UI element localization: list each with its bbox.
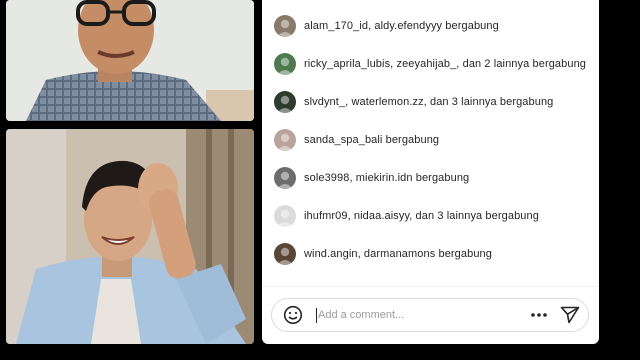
- video-tile-host: [6, 0, 254, 121]
- join-event-text: wind.angin, darmanamons bergabung: [304, 248, 492, 260]
- user-avatar[interactable]: [274, 167, 296, 189]
- video-tile-guest: [6, 129, 254, 344]
- live-comments-panel: alam_170_id, aldy.efendyyy bergabung rick…: [262, 0, 599, 344]
- host-video-image: [6, 0, 254, 121]
- join-event-text: ihufmr09, nidaa.aisyy, dan 3 lainnya ber…: [304, 210, 539, 222]
- join-event-row: ihufmr09, nidaa.aisyy, dan 3 lainnya ber…: [274, 204, 539, 228]
- user-avatar[interactable]: [274, 15, 296, 37]
- join-event-text: sole3998, miekirin.idn bergabung: [304, 172, 470, 184]
- join-event-row: sanda_spa_bali bergabung: [274, 128, 439, 152]
- join-event-text: slvdynt_, waterlemon.zz, dan 3 lainnya b…: [304, 96, 554, 108]
- send-icon[interactable]: [559, 305, 581, 325]
- user-avatar[interactable]: [274, 129, 296, 151]
- comment-bar: [271, 298, 589, 332]
- join-event-text: ricky_aprila_lubis, zeeyahijab_, dan 2 l…: [304, 58, 587, 70]
- join-event-text: sanda_spa_bali bergabung: [304, 134, 440, 146]
- join-event-row: ricky_aprila_lubis, zeeyahijab_, dan 2 l…: [274, 52, 586, 76]
- join-event-text: alam_170_id, aldy.efendyyy bergabung: [304, 20, 499, 32]
- more-options-icon[interactable]: [530, 308, 548, 322]
- join-event-row: wind.angin, darmanamons bergabung: [274, 242, 492, 266]
- join-event-row: sole3998, miekirin.idn bergabung: [274, 166, 469, 190]
- comment-input[interactable]: [318, 307, 508, 323]
- guest-video-image: [6, 129, 254, 344]
- comment-divider: [262, 286, 599, 287]
- join-event-row: alam_170_id, aldy.efendyyy bergabung: [274, 14, 499, 38]
- join-event-row: slvdynt_, waterlemon.zz, dan 3 lainnya b…: [274, 90, 553, 114]
- user-avatar[interactable]: [274, 53, 296, 75]
- smiley-icon[interactable]: [282, 304, 304, 326]
- user-avatar[interactable]: [274, 205, 296, 227]
- user-avatar[interactable]: [274, 243, 296, 265]
- user-avatar[interactable]: [274, 91, 296, 113]
- text-caret: [316, 308, 317, 323]
